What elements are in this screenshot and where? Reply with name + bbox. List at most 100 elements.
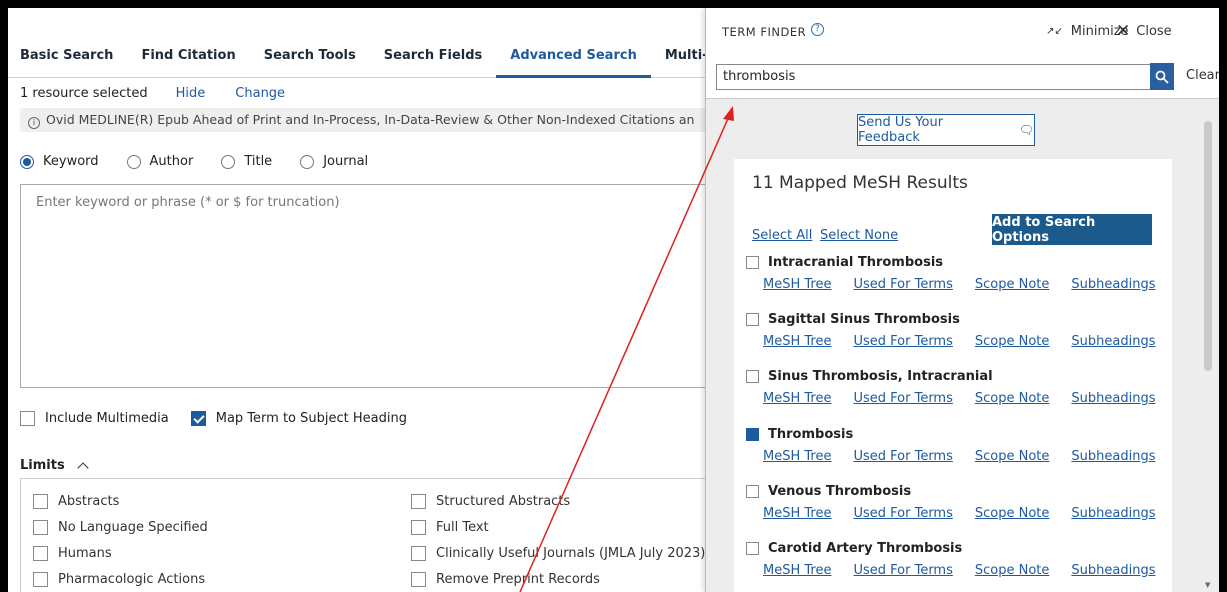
tab-advanced-search[interactable]: Advanced Search: [496, 44, 651, 78]
limit-pharmacologic-actions[interactable]: Pharmacologic Actions: [33, 572, 205, 587]
resources-selected-label: 1 resource selected: [20, 86, 148, 101]
used-for-terms-link[interactable]: Used For Terms: [853, 334, 952, 349]
limit-checkbox[interactable]: [33, 520, 48, 535]
subheadings-link[interactable]: Subheadings: [1071, 391, 1155, 406]
scrollbar-thumb[interactable]: [1204, 121, 1212, 371]
mesh-term-checkbox[interactable]: [746, 256, 759, 269]
help-icon[interactable]: ?: [811, 23, 825, 36]
mesh-tree-link[interactable]: MeSH Tree: [763, 506, 831, 521]
hide-link[interactable]: Hide: [176, 86, 206, 101]
resource-row: 1 resource selected Hide Change: [20, 86, 285, 101]
mesh-term-checkbox[interactable]: [746, 485, 759, 498]
scrollbar[interactable]: ▼: [1204, 113, 1212, 589]
tab-search-tools[interactable]: Search Tools: [250, 44, 370, 78]
map-term-option[interactable]: Map Term to Subject Heading: [190, 411, 407, 426]
scope-note-link[interactable]: Scope Note: [975, 449, 1050, 464]
subheadings-link[interactable]: Subheadings: [1071, 506, 1155, 521]
radio-title-button[interactable]: [221, 154, 236, 169]
radio-title[interactable]: Title: [221, 154, 272, 169]
radio-keyword[interactable]: Keyword: [20, 154, 99, 169]
subheadings-link[interactable]: Subheadings: [1071, 449, 1155, 464]
limit-checkbox[interactable]: [411, 572, 426, 587]
mesh-term-checkbox[interactable]: [746, 313, 759, 326]
mesh-term-name: Thrombosis: [768, 427, 854, 442]
keyword-input[interactable]: Enter keyword or phrase (* or $ for trun…: [20, 184, 720, 388]
mesh-term-row[interactable]: Sagittal Sinus Thrombosis: [746, 312, 1166, 327]
tab-search-fields[interactable]: Search Fields: [370, 44, 497, 78]
subheadings-link[interactable]: Subheadings: [1071, 277, 1155, 292]
scope-note-link[interactable]: Scope Note: [975, 563, 1050, 578]
scope-note-link[interactable]: Scope Note: [975, 391, 1050, 406]
mesh-tree-link[interactable]: MeSH Tree: [763, 334, 831, 349]
radio-author-button[interactable]: [126, 154, 141, 169]
select-none-link[interactable]: Select None: [820, 228, 898, 243]
scope-note-link[interactable]: Scope Note: [975, 334, 1050, 349]
mesh-tree-link[interactable]: MeSH Tree: [763, 449, 831, 464]
term-finder-title: TERM FINDER: [722, 25, 807, 39]
limit-humans[interactable]: Humans: [33, 546, 112, 561]
limit-clinically-useful[interactable]: Clinically Useful Journals (JMLA July 20…: [411, 546, 705, 561]
limit-full-text[interactable]: Full Text: [411, 520, 489, 535]
used-for-terms-link[interactable]: Used For Terms: [853, 449, 952, 464]
limit-structured-abstracts[interactable]: Structured Abstracts: [411, 494, 570, 509]
radio-keyword-button[interactable]: [20, 154, 34, 169]
limit-no-language[interactable]: No Language Specified: [33, 520, 208, 535]
feedback-button[interactable]: Send Us Your Feedback 🗨: [857, 114, 1035, 146]
mesh-tree-link[interactable]: MeSH Tree: [763, 391, 831, 406]
subheadings-link[interactable]: Subheadings: [1071, 334, 1155, 349]
add-to-search-options-button[interactable]: Add to Search Options: [992, 214, 1152, 245]
limits-toggle[interactable]: Limits: [20, 458, 89, 474]
mesh-term-name: Venous Thrombosis: [768, 484, 912, 499]
radio-title-label: Title: [244, 154, 273, 169]
scope-note-link[interactable]: Scope Note: [975, 506, 1050, 521]
limit-checkbox[interactable]: [33, 572, 48, 587]
mesh-term-checkbox[interactable]: [746, 370, 759, 383]
limit-checkbox[interactable]: [411, 520, 426, 535]
limit-abstracts[interactable]: Abstracts: [33, 494, 119, 509]
change-link[interactable]: Change: [235, 86, 285, 101]
mesh-term-row[interactable]: Venous Thrombosis: [746, 484, 1166, 499]
mesh-term-row[interactable]: Carotid Artery Thrombosis: [746, 541, 1166, 556]
tab-find-citation[interactable]: Find Citation: [127, 44, 249, 78]
mesh-tree-link[interactable]: MeSH Tree: [763, 563, 831, 578]
used-for-terms-link[interactable]: Used For Terms: [853, 277, 952, 292]
mesh-term: Venous Thrombosis MeSH Tree Used For Terms…: [746, 484, 1166, 521]
search-icon: [1155, 70, 1169, 84]
map-term-checkbox[interactable]: [190, 411, 206, 426]
term-search-input[interactable]: thrombosis: [716, 64, 1161, 90]
limit-checkbox[interactable]: [33, 494, 48, 509]
mesh-term: Sagittal Sinus Thrombosis MeSH Tree Used F…: [746, 312, 1166, 349]
mesh-term-links: MeSH Tree Used For Terms Scope Note Subhead…: [763, 563, 1166, 578]
include-multimedia-option[interactable]: Include Multimedia: [20, 411, 169, 426]
limit-remove-preprint[interactable]: Remove Preprint Records: [411, 572, 600, 587]
radio-author[interactable]: Author: [126, 154, 193, 169]
scope-note-link[interactable]: Scope Note: [975, 277, 1050, 292]
mesh-tree-link[interactable]: MeSH Tree: [763, 277, 831, 292]
subheadings-link[interactable]: Subheadings: [1071, 563, 1155, 578]
app-frame: Basic Search Find Citation Search Tools …: [8, 8, 1219, 592]
scroll-down-icon[interactable]: ▼: [1205, 581, 1210, 589]
include-multimedia-checkbox[interactable]: [20, 411, 35, 426]
limit-label: Clinically Useful Journals (JMLA July 20…: [436, 546, 706, 561]
radio-journal-button[interactable]: [300, 154, 315, 169]
select-all-link[interactable]: Select All: [752, 228, 812, 243]
radio-journal[interactable]: Journal: [300, 154, 368, 169]
used-for-terms-link[interactable]: Used For Terms: [853, 391, 952, 406]
mesh-term-row[interactable]: Intracranial Thrombosis: [746, 255, 1166, 270]
mesh-term-checkbox[interactable]: [746, 428, 759, 441]
limit-checkbox[interactable]: [411, 494, 426, 509]
used-for-terms-link[interactable]: Used For Terms: [853, 563, 952, 578]
database-info-bar: i Ovid MEDLINE(R) Epub Ahead of Print and…: [20, 108, 720, 132]
close-button[interactable]: ✕ Close: [1116, 23, 1172, 40]
mesh-term-links: MeSH Tree Used For Terms Scope Note Subhead…: [763, 334, 1166, 349]
limit-label: Pharmacologic Actions: [58, 572, 206, 587]
used-for-terms-link[interactable]: Used For Terms: [853, 506, 952, 521]
search-button[interactable]: [1150, 63, 1174, 90]
mesh-term-checkbox[interactable]: [746, 542, 759, 555]
mesh-term-row[interactable]: Sinus Thrombosis, Intracranial: [746, 369, 1166, 384]
mesh-term-row[interactable]: Thrombosis: [746, 427, 1166, 442]
limit-checkbox[interactable]: [33, 546, 48, 561]
limit-checkbox[interactable]: [411, 546, 426, 561]
clear-button[interactable]: Clear: [1186, 68, 1219, 83]
tab-basic-search[interactable]: Basic Search: [8, 44, 127, 78]
